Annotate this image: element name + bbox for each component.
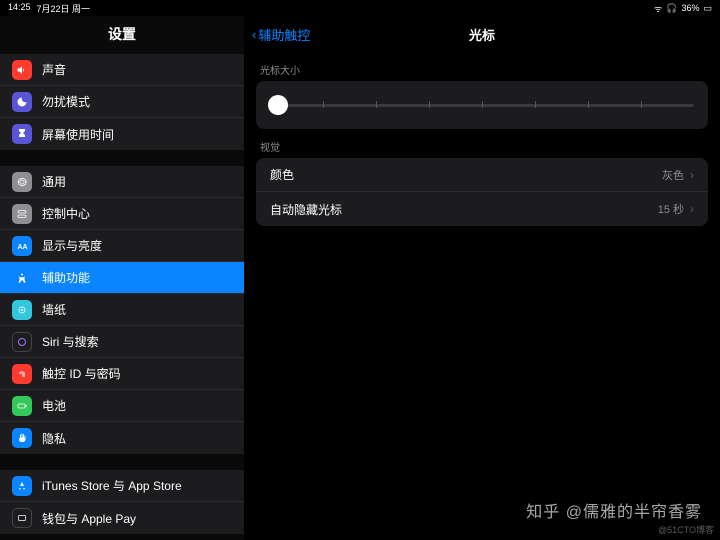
gear-icon (12, 172, 32, 192)
sidebar-item-general[interactable]: 通用 (0, 166, 244, 198)
hand-icon (12, 428, 32, 448)
sidebar-group-3: iTunes Store 与 App Store 钱包与 Apple Pay (0, 470, 244, 534)
text-size-icon: AA (12, 236, 32, 256)
row-color[interactable]: 颜色 灰色 › (256, 158, 708, 192)
cursor-size-slider-wrap (256, 81, 708, 129)
sidebar-item-label: 显示与亮度 (42, 237, 102, 254)
visual-list: 颜色 灰色 › 自动隐藏光标 15 秒 › (256, 158, 708, 226)
detail-pane: ‹ 辅助触控 光标 光标大小 视觉 颜色 灰色 › 自动隐藏光标 15 秒 › (244, 16, 720, 540)
sidebar-item-privacy[interactable]: 隐私 (0, 422, 244, 454)
cursor-size-slider[interactable] (270, 95, 694, 115)
sidebar-group-2: 通用 控制中心 AA 显示与亮度 辅助功能 墙纸 Siri 与搜索 (0, 166, 244, 454)
sidebar-item-touchid[interactable]: 触控 ID 与密码 (0, 358, 244, 390)
moon-icon (12, 92, 32, 112)
visual-header: 视觉 (244, 129, 720, 158)
sidebar-item-controlcenter[interactable]: 控制中心 (0, 198, 244, 230)
sidebar-title: 设置 (0, 16, 244, 54)
chevron-left-icon: ‹ (252, 27, 256, 42)
sidebar-item-siri[interactable]: Siri 与搜索 (0, 326, 244, 358)
status-time: 14:25 (8, 2, 31, 15)
chevron-right-icon: › (690, 202, 694, 216)
sidebar-item-battery[interactable]: 电池 (0, 390, 244, 422)
sidebar-item-label: 电池 (42, 397, 66, 414)
sidebar-item-label: 声音 (42, 61, 66, 78)
accessibility-icon (12, 268, 32, 288)
battery-icon: ▭ (703, 3, 712, 14)
sidebar-item-wallet[interactable]: 钱包与 Apple Pay (0, 502, 244, 534)
battery-icon (12, 396, 32, 416)
slider-header: 光标大小 (244, 52, 720, 81)
status-date: 7月22日 周一 (37, 2, 91, 15)
wifi-icon: ᯤ (654, 2, 662, 15)
sidebar-item-label: 触控 ID 与密码 (42, 365, 121, 382)
hourglass-icon (12, 124, 32, 144)
sidebar-item-dnd[interactable]: 勿扰模式 (0, 86, 244, 118)
sidebar-item-label: iTunes Store 与 App Store (42, 477, 182, 494)
sidebar-item-sound[interactable]: 声音 (0, 54, 244, 86)
back-label: 辅助触控 (258, 25, 310, 44)
watermark-51cto: @51CTO博客 (658, 523, 714, 536)
sidebar-item-wallpaper[interactable]: 墙纸 (0, 294, 244, 326)
row-value: 灰色 (662, 167, 684, 183)
appstore-icon (12, 476, 32, 496)
nav-bar: ‹ 辅助触控 光标 (244, 16, 720, 52)
page-title: 光标 (469, 25, 495, 44)
battery-percent: 36% (681, 3, 699, 13)
settings-sidebar: 设置 声音 勿扰模式 屏幕使用时间 通用 控制中心 (0, 16, 244, 540)
row-label: 颜色 (270, 166, 294, 183)
sidebar-item-label: 通用 (42, 173, 66, 190)
wallpaper-icon (12, 300, 32, 320)
sidebar-item-label: 控制中心 (42, 205, 90, 222)
sidebar-item-accessibility[interactable]: 辅助功能 (0, 262, 244, 294)
headphone-icon: 🎧 (666, 3, 677, 14)
sidebar-group-1: 声音 勿扰模式 屏幕使用时间 (0, 54, 244, 150)
sidebar-item-label: 屏幕使用时间 (42, 126, 114, 143)
slider-thumb[interactable] (268, 95, 288, 115)
sidebar-item-label: 隐私 (42, 430, 66, 447)
chevron-right-icon: › (690, 168, 694, 182)
sidebar-item-label: Siri 与搜索 (42, 333, 99, 350)
sidebar-item-display[interactable]: AA 显示与亮度 (0, 230, 244, 262)
watermark-zhihu: 知乎 @儒雅的半帘香雾 (526, 498, 702, 522)
row-label: 自动隐藏光标 (270, 201, 342, 218)
sidebar-item-label: 钱包与 Apple Pay (42, 510, 136, 527)
sidebar-item-label: 辅助功能 (42, 269, 90, 286)
sound-icon (12, 60, 32, 80)
fingerprint-icon (12, 364, 32, 384)
row-value: 15 秒 (658, 201, 684, 217)
siri-icon (12, 332, 32, 352)
sidebar-item-label: 勿扰模式 (42, 93, 90, 110)
wallet-icon (12, 508, 32, 528)
back-button[interactable]: ‹ 辅助触控 (252, 25, 310, 44)
sidebar-item-label: 墙纸 (42, 301, 66, 318)
switches-icon (12, 204, 32, 224)
svg-text:AA: AA (18, 244, 28, 251)
row-autohide[interactable]: 自动隐藏光标 15 秒 › (256, 192, 708, 226)
sidebar-item-screentime[interactable]: 屏幕使用时间 (0, 118, 244, 150)
sidebar-item-appstore[interactable]: iTunes Store 与 App Store (0, 470, 244, 502)
